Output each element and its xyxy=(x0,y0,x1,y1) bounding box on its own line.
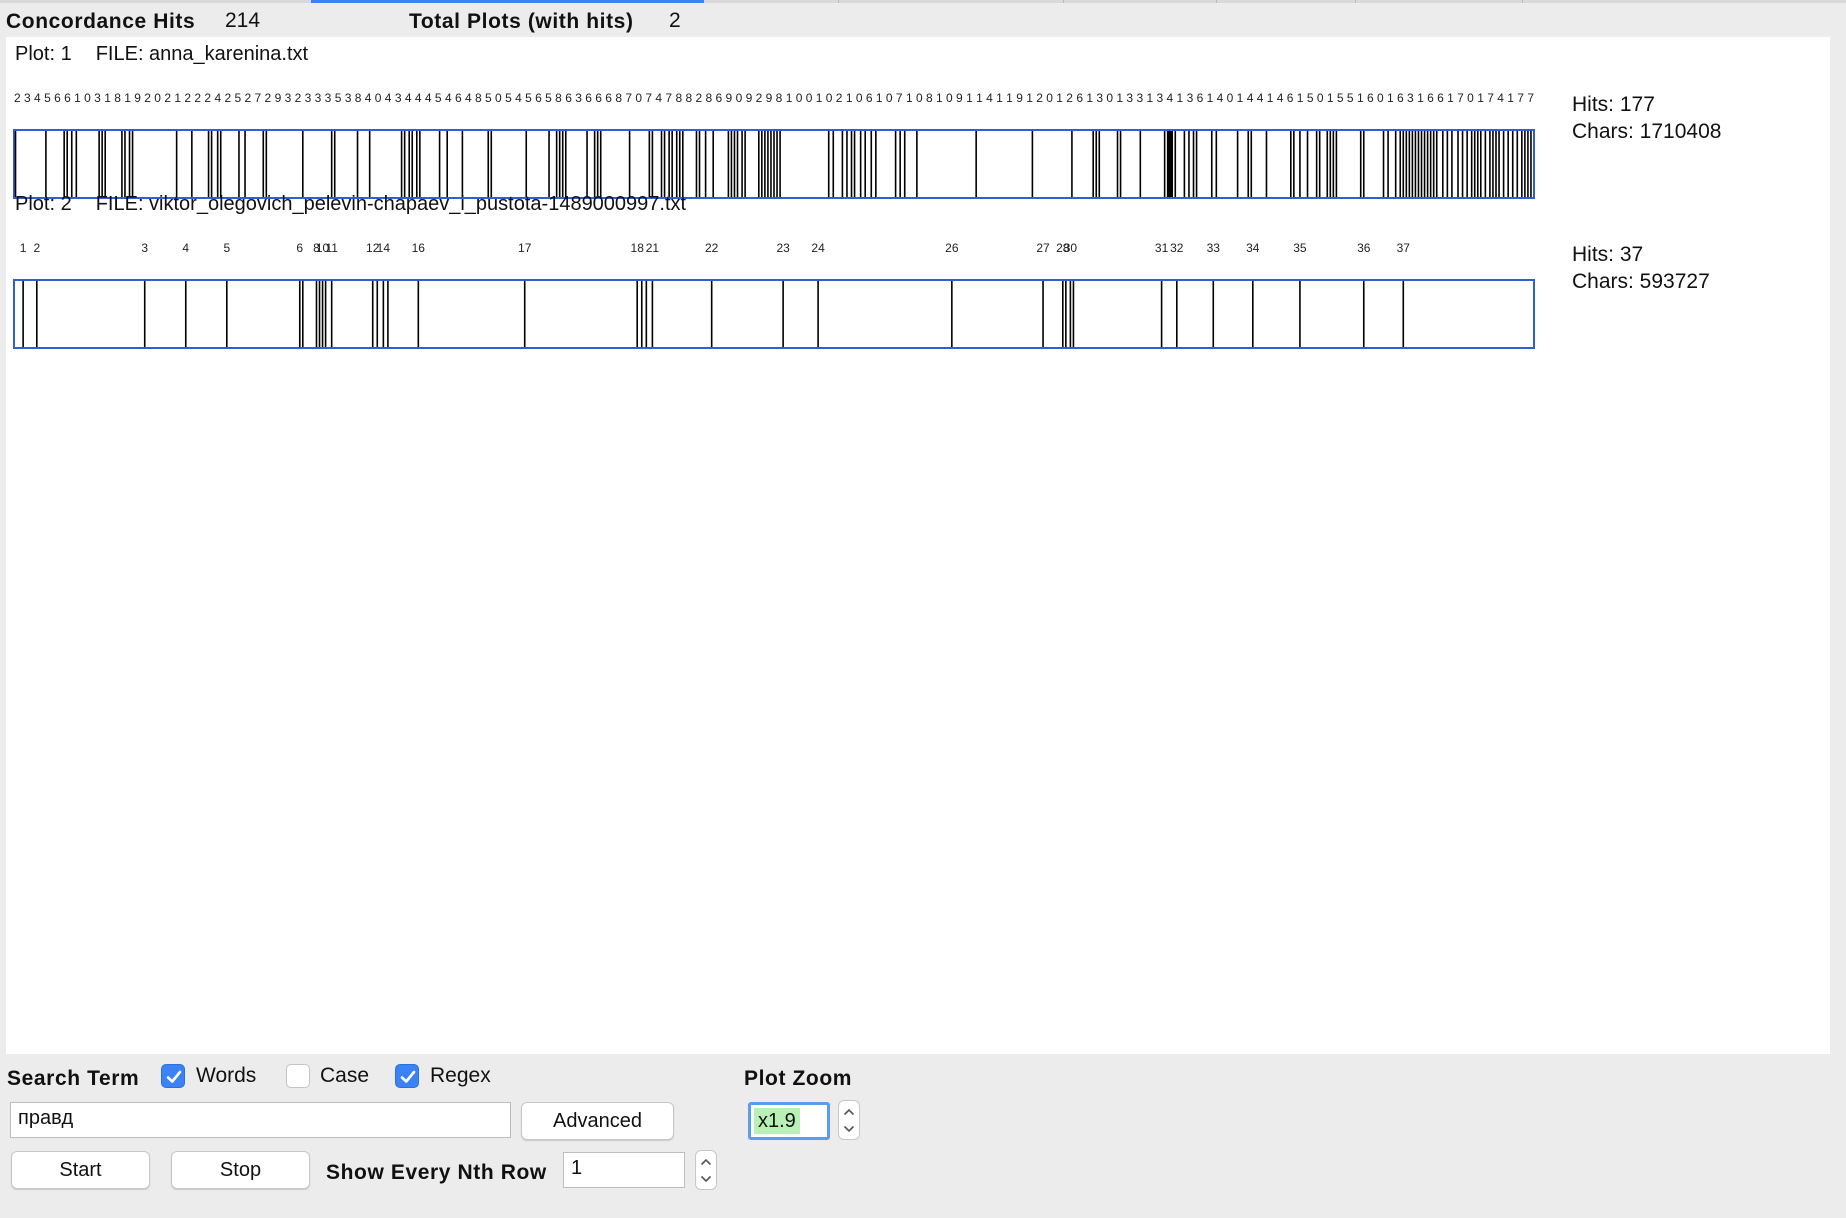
hit-tick-labels: 2 3 4 5 6 6 1 0 3 1 8 1 9 2 0 2 1 2 2 2 … xyxy=(14,91,1534,105)
dispersion-plot-1[interactable]: 2 3 4 5 6 6 1 0 3 1 8 1 9 2 0 2 1 2 2 2 … xyxy=(6,68,1546,204)
total-plots-value: 2 xyxy=(669,9,681,32)
hit-tick-label: 32 xyxy=(1170,241,1184,255)
plot-zoom-input[interactable]: x1.9 xyxy=(748,1102,830,1140)
hit-tick-label: 36 xyxy=(1357,241,1371,255)
checkmark-icon xyxy=(400,1070,416,1083)
hit-tick-label: 35 xyxy=(1293,241,1307,255)
hit-tick-label: 33 xyxy=(1207,241,1221,255)
chevron-up-icon[interactable] xyxy=(700,1158,712,1166)
hit-tick-label: 24 xyxy=(811,241,825,255)
hit-tick-label: 21 xyxy=(646,241,660,255)
hit-tick-label: 26 xyxy=(945,241,959,255)
plot-figure-2: 1 2 3 4 5 6 8 10 11 12 14 16 17 18 21 22 23 24 26 27 28 30 31 3… xyxy=(6,218,1546,359)
stop-button[interactable]: Stop xyxy=(171,1151,310,1189)
hit-tick-label: 23 xyxy=(776,241,790,255)
hit-tick-label: 3 xyxy=(141,241,148,255)
plot-number: Plot: 2 xyxy=(15,193,72,215)
hit-tick-label: 11 xyxy=(325,241,338,255)
words-checkbox[interactable] xyxy=(161,1064,185,1088)
advanced-button[interactable]: Advanced xyxy=(521,1102,674,1140)
regex-label: Regex xyxy=(430,1064,491,1087)
hit-tick-label: 27 xyxy=(1036,241,1050,255)
plot-zoom-value: x1.9 xyxy=(754,1108,800,1134)
plot-frame xyxy=(13,279,1535,349)
chevron-down-icon[interactable] xyxy=(700,1175,712,1183)
hit-tick-label: 6 xyxy=(296,241,303,255)
concordance-hits-label: Concordance Hits xyxy=(6,10,196,33)
checkmark-icon xyxy=(166,1070,182,1083)
plot-number: Plot: 1 xyxy=(15,43,72,65)
plot-hits: Hits: 37 xyxy=(1572,243,1644,266)
hit-tick-label: 2 xyxy=(33,241,40,255)
regex-checkbox[interactable] xyxy=(395,1064,419,1088)
plot-file-name: FILE: anna_karenina.txt xyxy=(95,43,309,65)
start-button[interactable]: Start xyxy=(11,1151,150,1189)
search-term-label: Search Term xyxy=(7,1067,140,1090)
plot-zoom-stepper[interactable] xyxy=(838,1100,860,1140)
hit-tick-label: 30 xyxy=(1064,241,1078,255)
plot-caption: Plot: 1 FILE: anna_karenina.txt xyxy=(15,43,308,66)
hit-tick-label: 17 xyxy=(518,241,532,255)
case-checkbox[interactable] xyxy=(286,1064,310,1088)
summary-bar: Concordance Hits 214 Total Plots (with h… xyxy=(0,3,1846,37)
hit-tick-label: 22 xyxy=(705,241,719,255)
search-input[interactable]: правд xyxy=(10,1102,511,1138)
hit-tick-label: 4 xyxy=(182,241,189,255)
plot-file-name: FILE: viktor_olegovich_pelevin-chapaev_i… xyxy=(95,193,687,215)
hit-tick-label: 37 xyxy=(1397,241,1411,255)
dispersion-plot-2[interactable]: 1 2 3 4 5 6 81011 1214 16 17 18 21 22 23 24 26 27 2830 31 3… xyxy=(6,218,1546,354)
nth-row-stepper[interactable] xyxy=(695,1150,717,1190)
plot-area[interactable]: Plot: 1 FILE: anna_karenina.txt 2 3 4 5 6… xyxy=(6,37,1830,1054)
hit-tick-label: 31 xyxy=(1155,241,1169,255)
plot-figure-1: 2 3 4 5 6 6 1 0 3 1 8 1 9 2 0 2 1 2 2 2 … xyxy=(6,68,1546,209)
total-plots-label: Total Plots (with hits) xyxy=(409,10,634,33)
hit-tick-label: 34 xyxy=(1246,241,1260,255)
plot-hits: Hits: 177 xyxy=(1572,93,1655,116)
plot-chars: Chars: 1710408 xyxy=(1572,120,1722,143)
nth-row-input[interactable]: 1 xyxy=(563,1152,685,1188)
case-label: Case xyxy=(320,1064,370,1087)
controls-panel: Search Term Words Case Regex Plot Zoom п… xyxy=(0,1054,1846,1218)
hit-tick-label: 16 xyxy=(412,241,426,255)
chevron-down-icon[interactable] xyxy=(843,1125,855,1133)
nth-row-label: Show Every Nth Row xyxy=(326,1161,547,1184)
chevron-up-icon[interactable] xyxy=(843,1108,855,1116)
hit-tick-label: 1 xyxy=(20,241,27,255)
plot-zoom-label: Plot Zoom xyxy=(744,1067,853,1090)
plot-stats-1: Hits: 177 Chars: 1710408 xyxy=(1572,91,1721,145)
plot-stats-2: Hits: 37 Chars: 593727 xyxy=(1572,241,1710,295)
hit-tick-label: 18 xyxy=(631,241,645,255)
concordance-hits-value: 214 xyxy=(225,9,261,32)
words-label: Words xyxy=(196,1064,257,1087)
plot-chars: Chars: 593727 xyxy=(1572,270,1710,293)
plot-caption: Plot: 2 FILE: viktor_olegovich_pelevin-ch… xyxy=(15,193,686,216)
hit-tick-label: 14 xyxy=(377,241,391,255)
hit-tick-label: 5 xyxy=(223,241,230,255)
